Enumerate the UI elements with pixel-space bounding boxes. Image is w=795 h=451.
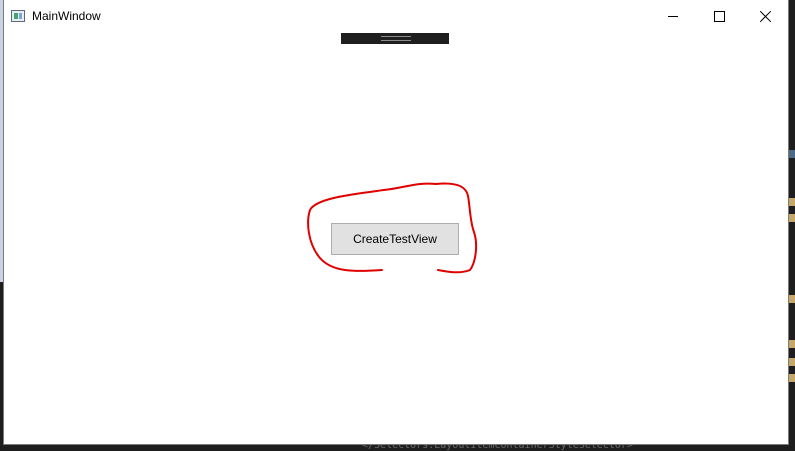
minimize-icon: [668, 16, 678, 17]
title-bar[interactable]: MainWindow: [4, 0, 788, 33]
create-test-view-button[interactable]: CreateTestView: [331, 223, 459, 255]
minimize-button[interactable]: [650, 0, 696, 33]
close-icon: [760, 11, 771, 22]
background-editor-edge-right: [788, 0, 795, 450]
window-content: CreateTestView: [4, 33, 788, 444]
main-window: MainWindow CreateTestView: [4, 0, 788, 444]
app-window-icon[interactable]: [11, 10, 25, 22]
maximize-icon: [713, 11, 725, 22]
window-title: MainWindow: [32, 9, 101, 23]
background-editor-edge-bottom: </Selectors:LayoutItemContainerStyleSele…: [0, 440, 795, 451]
maximize-button[interactable]: [696, 0, 742, 33]
close-button[interactable]: [742, 0, 788, 33]
